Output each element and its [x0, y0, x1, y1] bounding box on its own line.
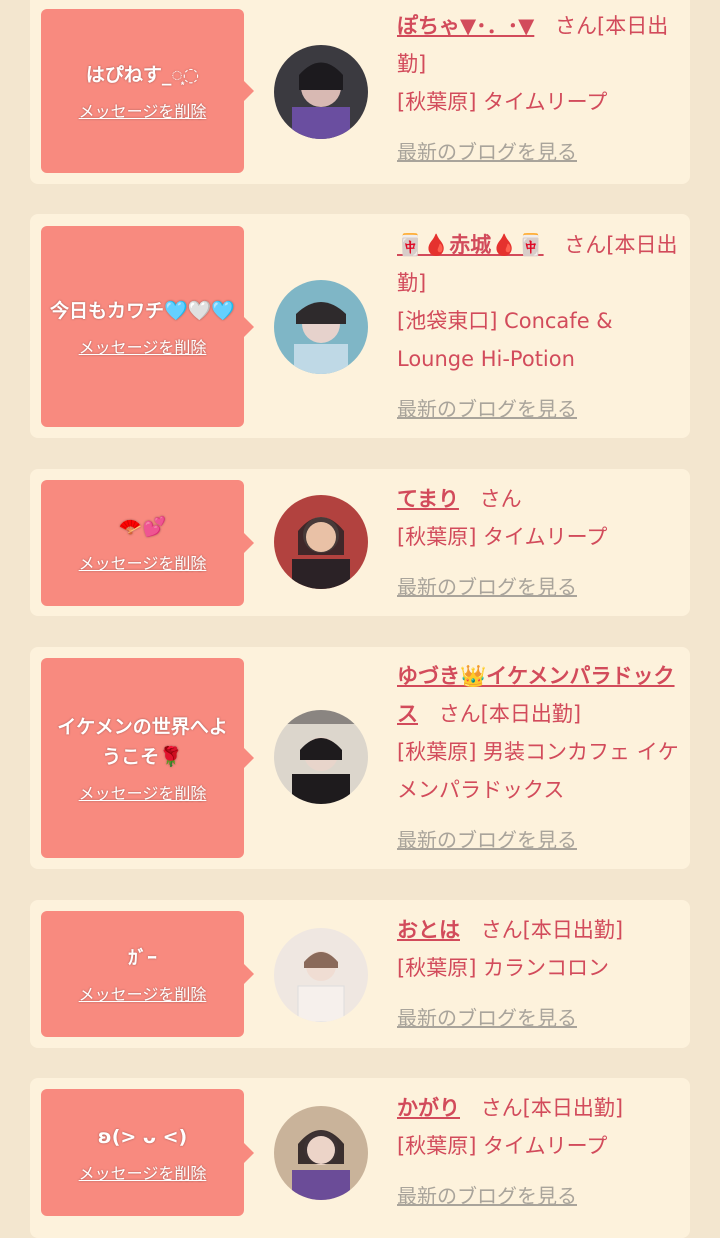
- avatar[interactable]: [274, 928, 368, 1022]
- favorite-card: ｶﾞｰ メッセージを削除 おとは さん[本日出勤] [秋葉原] カランコロン 最…: [30, 900, 690, 1048]
- delete-message-link[interactable]: メッセージを削除: [79, 1160, 207, 1184]
- message-bubble: はぴねす_◌͙◌ メッセージを削除: [41, 9, 254, 173]
- message-text: ʚ(> ᴗ <): [97, 1125, 188, 1148]
- latest-blog-link[interactable]: 最新のブログを見る: [397, 999, 577, 1037]
- cast-info: てまり さん [秋葉原] タイムリープ 最新のブログを見る: [397, 480, 687, 606]
- avatar-image: [274, 928, 368, 1022]
- cast-name-link[interactable]: おとは: [397, 918, 460, 942]
- cast-info: ゆづき👑イケメンパラドックス さん[本日出勤] [秋葉原] 男装コンカフェ イケ…: [397, 657, 687, 859]
- delete-message-link[interactable]: メッセージを削除: [79, 981, 207, 1005]
- shop-name: [秋葉原] カランコロン: [397, 956, 610, 980]
- avatar[interactable]: [274, 45, 368, 139]
- cast-info: かがり さん[本日出勤] [秋葉原] タイムリープ 最新のブログを見る: [397, 1089, 687, 1215]
- avatar-image: [274, 280, 368, 374]
- delete-message-link[interactable]: メッセージを削除: [79, 98, 207, 122]
- cast-info: 🀄🩸赤城🩸🀄 さん[本日出勤] [池袋東口] Concafe & Lounge …: [397, 226, 687, 428]
- message-text: 🪭💕: [118, 516, 167, 538]
- cast-suffix: さん[本日出勤]: [438, 702, 582, 726]
- delete-message-link[interactable]: メッセージを削除: [79, 780, 207, 804]
- latest-blog-link[interactable]: 最新のブログを見る: [397, 568, 577, 606]
- message-text: イケメンの世界へようこそ🌹: [57, 716, 228, 768]
- message-bubble: ʚ(> ᴗ <) メッセージを削除: [41, 1089, 254, 1216]
- message-bubble: 🪭💕 メッセージを削除: [41, 480, 254, 606]
- cast-info: ぽちゃ▼･．･▼ さん[本日出勤] [秋葉原] タイムリープ 最新のブログを見る: [397, 7, 687, 171]
- favorite-card: はぴねす_◌͙◌ メッセージを削除 ぽちゃ▼･．･▼ さん[本日出勤] [秋葉原…: [30, 0, 690, 184]
- cast-name-link[interactable]: かがり: [397, 1096, 460, 1120]
- avatar-image: [274, 45, 368, 139]
- cast-info: おとは さん[本日出勤] [秋葉原] カランコロン 最新のブログを見る: [397, 911, 687, 1037]
- cast-name-link[interactable]: てまり: [397, 487, 459, 511]
- avatar[interactable]: [274, 1106, 368, 1200]
- shop-name: [池袋東口] Concafe & Lounge Hi-Potion: [397, 309, 613, 371]
- message-text: ｶﾞｰ: [128, 947, 157, 969]
- message-text: はぴねす_◌͙◌: [85, 64, 200, 86]
- shop-name: [秋葉原] タイムリープ: [397, 90, 608, 114]
- delete-message-link[interactable]: メッセージを削除: [79, 334, 207, 358]
- avatar-image: [274, 495, 368, 589]
- cast-name-link[interactable]: 🀄🩸赤城🩸🀄: [397, 233, 544, 257]
- avatar[interactable]: [274, 710, 368, 804]
- latest-blog-link[interactable]: 最新のブログを見る: [397, 390, 577, 428]
- delete-message-link[interactable]: メッセージを削除: [79, 550, 207, 574]
- avatar[interactable]: [274, 280, 368, 374]
- cast-suffix: さん[本日出勤]: [480, 1096, 624, 1120]
- message-bubble: 今日もカワチ🩵🤍🩵 メッセージを削除: [41, 226, 254, 427]
- cast-name-link[interactable]: ぽちゃ▼･．･▼: [397, 14, 534, 38]
- favorite-card: ʚ(> ᴗ <) メッセージを削除 かがり さん[本日出勤] [秋葉原] タイム…: [30, 1078, 690, 1238]
- latest-blog-link[interactable]: 最新のブログを見る: [397, 821, 577, 859]
- avatar-image: [274, 710, 368, 804]
- message-bubble: ｶﾞｰ メッセージを削除: [41, 911, 254, 1037]
- favorite-card: イケメンの世界へようこそ🌹 メッセージを削除 ゆづき👑イケメンパラドックス さん…: [30, 647, 690, 869]
- latest-blog-link[interactable]: 最新のブログを見る: [397, 1177, 577, 1215]
- message-bubble: イケメンの世界へようこそ🌹 メッセージを削除: [41, 658, 254, 858]
- cast-suffix: さん[本日出勤]: [480, 918, 624, 942]
- shop-name: [秋葉原] 男装コンカフェ イケメンパラドックス: [397, 740, 679, 802]
- shop-name: [秋葉原] タイムリープ: [397, 525, 608, 549]
- message-text: 今日もカワチ🩵🤍🩵: [50, 299, 235, 322]
- avatar-image: [274, 1106, 368, 1200]
- shop-name: [秋葉原] タイムリープ: [397, 1134, 608, 1158]
- favorite-card: 今日もカワチ🩵🤍🩵 メッセージを削除 🀄🩸赤城🩸🀄 さん[本日出勤] [池袋東口…: [30, 214, 690, 438]
- latest-blog-link[interactable]: 最新のブログを見る: [397, 133, 577, 171]
- avatar[interactable]: [274, 495, 368, 589]
- cast-suffix: さん: [479, 487, 522, 511]
- favorite-card: 🪭💕 メッセージを削除 てまり さん [秋葉原] タイムリープ 最新のブログを見…: [30, 469, 690, 616]
